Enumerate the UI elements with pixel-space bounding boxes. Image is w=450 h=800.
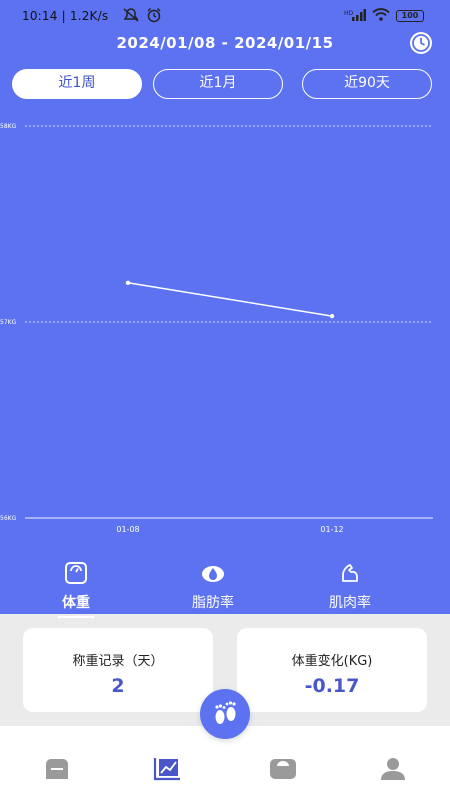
- nav-chart[interactable]: [152, 756, 182, 782]
- battery-icon: 100: [396, 10, 424, 22]
- wifi-icon: [372, 8, 390, 24]
- series-line: [127, 282, 333, 317]
- status-time: 10:14 | 1.2K/s: [22, 9, 109, 23]
- period-tabs: 近1周 近1月 近90天: [12, 69, 432, 99]
- muscle-icon: [342, 564, 358, 582]
- data-point[interactable]: [125, 280, 131, 285]
- tab-muscle[interactable]: 肌肉率: [300, 560, 400, 612]
- nav-home[interactable]: [42, 756, 72, 782]
- history-button[interactable]: [410, 32, 432, 54]
- tab-week[interactable]: 近1周: [12, 69, 142, 99]
- nav-scale[interactable]: [268, 756, 298, 782]
- svg-text:HD: HD: [344, 10, 354, 17]
- weight-change-card: 体重变化(KG) -0.17: [237, 628, 427, 712]
- y-tick-label: 57KG: [0, 319, 17, 326]
- x-tick-label: 01-12: [320, 525, 343, 534]
- records-value: 2: [111, 675, 125, 697]
- weight-change-title: 体重变化(KG): [291, 654, 373, 669]
- tab-weight[interactable]: 体重: [26, 560, 126, 618]
- records-title: 称重记录（天）: [72, 654, 164, 669]
- y-tick-label: 58KG: [0, 123, 17, 130]
- tab-90-days[interactable]: 近90天: [302, 69, 432, 99]
- footprints-icon: [215, 701, 236, 724]
- chart-icon: [153, 758, 180, 781]
- records-card: 称重记录（天） 2: [23, 628, 213, 712]
- data-point[interactable]: [329, 313, 335, 319]
- mute-icon: [122, 7, 140, 26]
- tab-body-fat[interactable]: 脂肪率: [163, 560, 263, 612]
- active-tab-underline: [58, 616, 94, 618]
- alarm-icon: [146, 7, 162, 26]
- record-weight-button[interactable]: [200, 689, 250, 739]
- x-tick-label: 01-08: [116, 525, 139, 534]
- y-tick-label: 56KG: [0, 515, 17, 522]
- profile-icon: [381, 758, 405, 780]
- status-bar: 10:14 | 1.2K/s HD 100: [0, 0, 450, 32]
- home-icon: [46, 759, 68, 779]
- scale-icon: [65, 562, 87, 584]
- drop-icon: [202, 566, 224, 582]
- clock-icon: [412, 34, 430, 52]
- weight-chart: 58KG 57KG 56KG 01-08 01-12: [0, 123, 433, 534]
- signal-icon: HD: [344, 8, 366, 24]
- date-range: 2024/01/08 - 2024/01/15: [116, 34, 334, 52]
- tab-month[interactable]: 近1月: [153, 69, 283, 99]
- weight-change-value: -0.17: [304, 675, 360, 697]
- nav-profile[interactable]: [378, 756, 408, 782]
- metric-tabs: 体重 脂肪率 肌肉率: [0, 560, 450, 618]
- scale-icon: [270, 759, 296, 779]
